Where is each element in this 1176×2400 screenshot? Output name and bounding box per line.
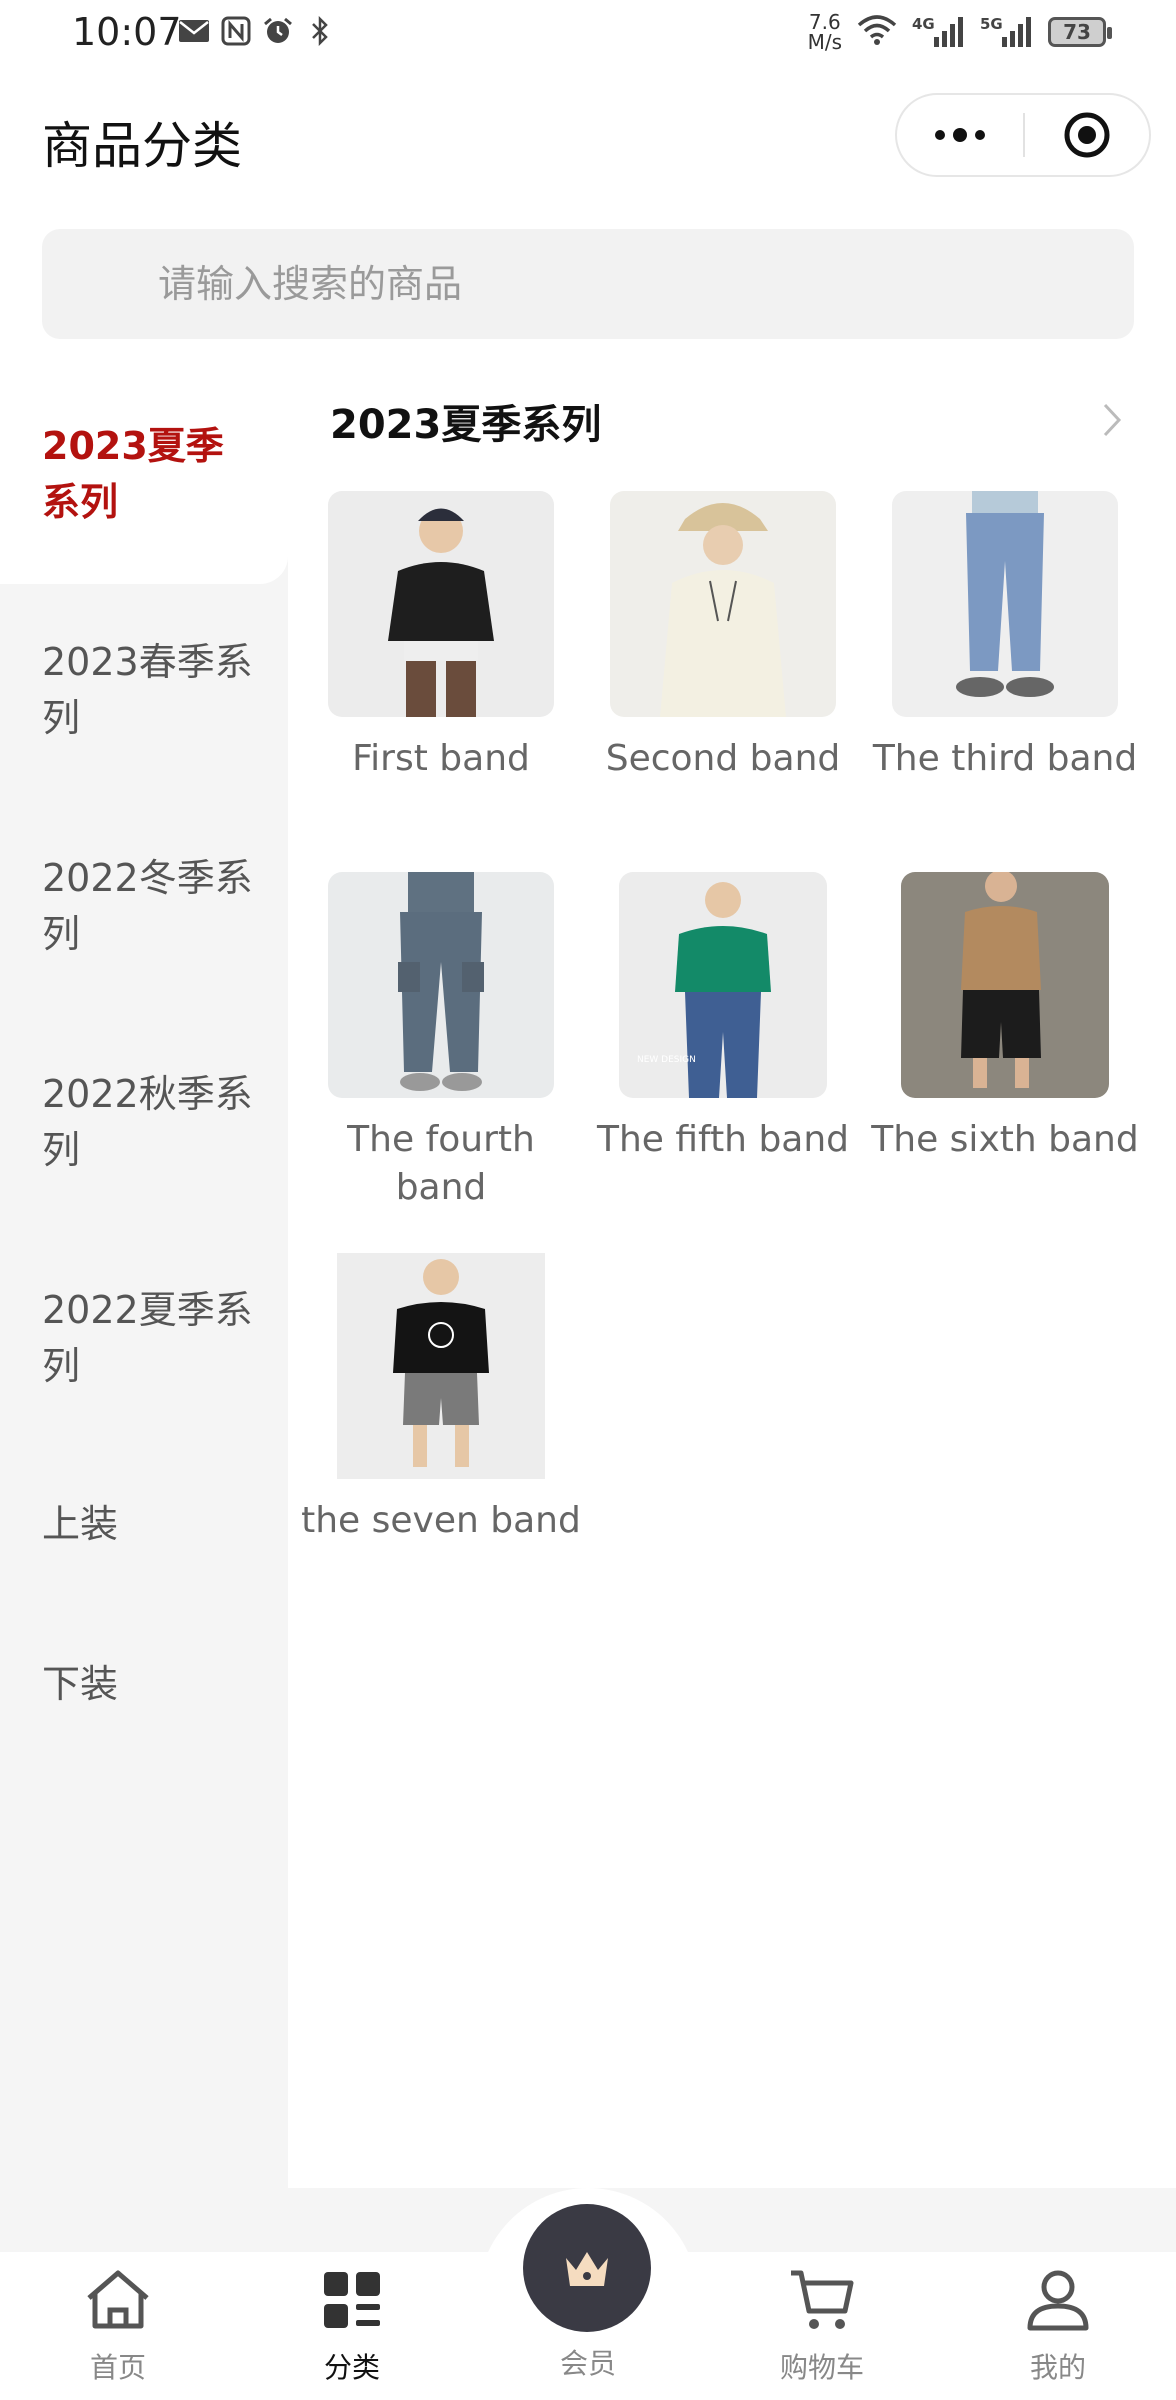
product-image [328,491,554,717]
battery-icon: 73 [1048,17,1112,47]
sidebar-item-2022-summer[interactable]: 2022夏季系列 [0,1282,288,1394]
nav-label: 我的 [1029,2351,1086,2384]
nav-cart[interactable]: 购物车 [742,2262,902,2386]
sidebar-item-2023-summer[interactable]: 2023夏季系列 [0,370,288,584]
mini-program-capsule [895,93,1151,177]
home-icon [38,2262,198,2338]
crown-icon [566,2252,608,2286]
battery-level: 73 [1063,20,1091,44]
signal-5g-icon: 5G [980,15,1034,49]
target-close-icon [1064,112,1110,158]
product-image [328,872,554,1098]
more-dots-icon [935,128,985,142]
nav-member-label-wrap[interactable]: 会员 [508,2334,668,2382]
profile-icon [978,2262,1138,2338]
nfc-icon [220,16,252,46]
member-button[interactable] [523,2204,651,2332]
search-input[interactable] [156,261,1060,307]
sidebar-item-2023-spring[interactable]: 2023春季系列 [0,634,288,746]
close-button[interactable] [1025,95,1149,175]
sidebar-item-label: 2022秋季系列 [42,1072,253,1172]
nav-label: 会员 [559,2347,616,2380]
mail-icon [178,16,210,46]
net-speed-unit: M/s [807,30,842,54]
nav-label: 购物车 [779,2351,864,2384]
product-image [892,491,1118,717]
product-image: NEW DESIGN [619,872,827,1098]
sidebar-item-label: 2023夏季系列 [42,424,224,524]
sidebar-item-label: 2022夏季系列 [42,1288,253,1388]
product-label: the seven band [301,1500,581,1541]
sidebar-item-bottoms[interactable]: 下装 [0,1656,288,1712]
sidebar-item-label: 下装 [42,1662,119,1706]
sidebar-item-tops[interactable]: 上装 [0,1496,288,1552]
bluetooth-icon [304,16,336,46]
category-icon [272,2262,432,2338]
more-button[interactable] [897,95,1023,175]
product-label: First band [352,738,530,779]
net-speed: 7.6 M/s [808,12,842,52]
sidebar-item-label: 上装 [42,1502,119,1546]
search-bar[interactable] [42,229,1134,339]
product-item[interactable]: The fourth band [300,872,582,1212]
page-title: 商品分类 [42,117,242,175]
nav-label: 首页 [89,2351,146,2384]
product-image [901,872,1109,1098]
signal-4g-icon: 4G [912,15,966,49]
product-item[interactable]: First band [300,491,582,783]
product-item[interactable]: Second band [582,491,864,783]
nav-label: 分类 [323,2351,380,2384]
status-left-icons [178,16,336,46]
product-item[interactable]: NEW DESIGN The fifth band [582,872,864,1164]
chevron-right-icon[interactable] [1100,400,1124,444]
product-label: The fourth band [347,1119,535,1208]
nav-profile[interactable]: 我的 [978,2262,1138,2386]
product-image [337,1253,545,1479]
alarm-icon [262,16,294,46]
product-label: The sixth band [871,1119,1139,1160]
nav-home[interactable]: 首页 [38,2262,198,2386]
cart-icon [742,2262,902,2338]
product-image [610,491,836,717]
sidebar-item-label: 2022冬季系列 [42,856,253,956]
product-label: The fifth band [596,1119,850,1160]
sidebar-item-2022-winter[interactable]: 2022冬季系列 [0,850,288,962]
section-title: 2023夏季系列 [330,402,602,448]
wifi-icon [856,13,898,51]
category-sidebar: 2023夏季系列 2023春季系列 2022冬季系列 2022秋季系列 2022… [0,370,288,2188]
product-item[interactable]: The third band [864,491,1146,783]
net-speed-value: 7.6 [808,10,841,34]
status-time: 10:07 [72,10,182,54]
product-item[interactable]: The sixth band [864,872,1146,1164]
status-right-icons: 7.6 M/s 4G 5G 73 [808,12,1112,52]
product-label: The third band [872,738,1138,779]
product-item[interactable]: the seven band [300,1253,582,1545]
sidebar-item-2022-autumn[interactable]: 2022秋季系列 [0,1066,288,1178]
product-label: Second band [605,738,841,779]
sidebar-item-label: 2023春季系列 [42,640,253,740]
status-bar: 10:07 7.6 M/s 4G 5G 73 [0,0,1176,70]
svg-text:NEW DESIGN: NEW DESIGN [637,1055,696,1065]
nav-category[interactable]: 分类 [272,2262,432,2386]
